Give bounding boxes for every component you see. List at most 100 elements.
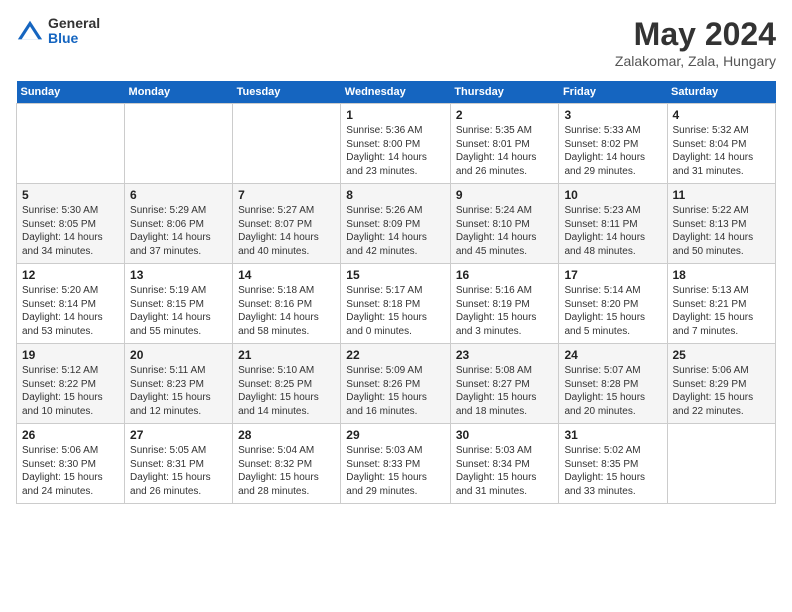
day-info: Sunrise: 5:14 AM Sunset: 8:20 PM Dayligh… xyxy=(564,284,661,338)
day-info: Sunrise: 5:29 AM Sunset: 8:06 PM Dayligh… xyxy=(130,204,227,258)
calendar-cell: 1 Sunrise: 5:36 AM Sunset: 8:00 PM Daylig… xyxy=(341,104,451,184)
calendar-cell: 5Sunrise: 5:30 AM Sunset: 8:05 PM Daylig… xyxy=(17,184,125,264)
weekday-header: Monday xyxy=(125,81,233,104)
day-number: 30 xyxy=(456,428,554,442)
day-number: 25 xyxy=(673,348,771,362)
weekday-header: Tuesday xyxy=(233,81,341,104)
month-title: May 2024 xyxy=(615,16,776,53)
weekday-header-row: SundayMondayTuesdayWednesdayThursdayFrid… xyxy=(17,81,776,104)
weekday-header: Thursday xyxy=(450,81,559,104)
day-number: 21 xyxy=(238,348,335,362)
day-number: 5 xyxy=(22,188,119,202)
title-area: May 2024 Zalakomar, Zala, Hungary xyxy=(615,16,776,69)
calendar-cell: 18 Sunrise: 5:13 AM Sunset: 8:21 PM Dayli… xyxy=(667,264,776,344)
day-number: 28 xyxy=(238,428,335,442)
weekday-header: Saturday xyxy=(667,81,776,104)
day-info: Sunrise: 5:13 AM Sunset: 8:21 PM Dayligh… xyxy=(673,284,771,338)
calendar-week-row: 5Sunrise: 5:30 AM Sunset: 8:05 PM Daylig… xyxy=(17,184,776,264)
day-info: Sunrise: 5:12 AM Sunset: 8:22 PM Dayligh… xyxy=(22,364,119,418)
calendar-cell: 7 Sunrise: 5:27 AM Sunset: 8:07 PM Daylig… xyxy=(233,184,341,264)
page-header: General Blue May 2024 Zalakomar, Zala, H… xyxy=(16,16,776,69)
day-info: Sunrise: 5:03 AM Sunset: 8:33 PM Dayligh… xyxy=(346,444,445,498)
weekday-header: Sunday xyxy=(17,81,125,104)
day-number: 12 xyxy=(22,268,119,282)
logo-icon xyxy=(16,17,44,45)
day-info: Sunrise: 5:08 AM Sunset: 8:27 PM Dayligh… xyxy=(456,364,554,418)
day-info: Sunrise: 5:06 AM Sunset: 8:29 PM Dayligh… xyxy=(673,364,771,418)
calendar-cell: 12 Sunrise: 5:20 AM Sunset: 8:14 PM Dayli… xyxy=(17,264,125,344)
calendar-cell: 15 Sunrise: 5:17 AM Sunset: 8:18 PM Dayli… xyxy=(341,264,451,344)
calendar-cell: 6 Sunrise: 5:29 AM Sunset: 8:06 PM Daylig… xyxy=(125,184,233,264)
day-info: Sunrise: 5:19 AM Sunset: 8:15 PM Dayligh… xyxy=(130,284,227,338)
day-number: 8 xyxy=(346,188,445,202)
day-info: Sunrise: 5:20 AM Sunset: 8:14 PM Dayligh… xyxy=(22,284,119,338)
calendar-week-row: 19Sunrise: 5:12 AM Sunset: 8:22 PM Dayli… xyxy=(17,344,776,424)
day-info: Sunrise: 5:36 AM Sunset: 8:00 PM Dayligh… xyxy=(346,124,445,178)
calendar-cell: 4 Sunrise: 5:32 AM Sunset: 8:04 PM Daylig… xyxy=(667,104,776,184)
day-info: Sunrise: 5:26 AM Sunset: 8:09 PM Dayligh… xyxy=(346,204,445,258)
calendar-cell xyxy=(233,104,341,184)
day-number: 17 xyxy=(564,268,661,282)
day-number: 31 xyxy=(564,428,661,442)
day-info: Sunrise: 5:16 AM Sunset: 8:19 PM Dayligh… xyxy=(456,284,554,338)
logo-text: General Blue xyxy=(48,16,100,47)
calendar-week-row: 1 Sunrise: 5:36 AM Sunset: 8:00 PM Daylig… xyxy=(17,104,776,184)
calendar-cell: 30 Sunrise: 5:03 AM Sunset: 8:34 PM Dayli… xyxy=(450,424,559,504)
day-info: Sunrise: 5:17 AM Sunset: 8:18 PM Dayligh… xyxy=(346,284,445,338)
day-info: Sunrise: 5:09 AM Sunset: 8:26 PM Dayligh… xyxy=(346,364,445,418)
day-info: Sunrise: 5:03 AM Sunset: 8:34 PM Dayligh… xyxy=(456,444,554,498)
day-number: 6 xyxy=(130,188,227,202)
day-number: 23 xyxy=(456,348,554,362)
calendar-cell: 24 Sunrise: 5:07 AM Sunset: 8:28 PM Dayli… xyxy=(559,344,667,424)
calendar-cell: 28 Sunrise: 5:04 AM Sunset: 8:32 PM Dayli… xyxy=(233,424,341,504)
day-number: 15 xyxy=(346,268,445,282)
calendar-cell: 11Sunrise: 5:22 AM Sunset: 8:13 PM Dayli… xyxy=(667,184,776,264)
day-number: 1 xyxy=(346,108,445,122)
calendar-cell xyxy=(125,104,233,184)
day-number: 2 xyxy=(456,108,554,122)
day-info: Sunrise: 5:07 AM Sunset: 8:28 PM Dayligh… xyxy=(564,364,661,418)
calendar-cell: 20Sunrise: 5:11 AM Sunset: 8:23 PM Dayli… xyxy=(125,344,233,424)
calendar-cell: 25 Sunrise: 5:06 AM Sunset: 8:29 PM Dayli… xyxy=(667,344,776,424)
calendar-cell: 23 Sunrise: 5:08 AM Sunset: 8:27 PM Dayli… xyxy=(450,344,559,424)
day-number: 18 xyxy=(673,268,771,282)
day-info: Sunrise: 5:04 AM Sunset: 8:32 PM Dayligh… xyxy=(238,444,335,498)
day-number: 26 xyxy=(22,428,119,442)
calendar-cell: 29 Sunrise: 5:03 AM Sunset: 8:33 PM Dayli… xyxy=(341,424,451,504)
day-info: Sunrise: 5:10 AM Sunset: 8:25 PM Dayligh… xyxy=(238,364,335,418)
day-number: 20 xyxy=(130,348,227,362)
calendar-cell: 3Sunrise: 5:33 AM Sunset: 8:02 PM Daylig… xyxy=(559,104,667,184)
calendar-week-row: 26 Sunrise: 5:06 AM Sunset: 8:30 PM Dayli… xyxy=(17,424,776,504)
calendar-cell: 27Sunrise: 5:05 AM Sunset: 8:31 PM Dayli… xyxy=(125,424,233,504)
day-number: 27 xyxy=(130,428,227,442)
calendar-cell: 16Sunrise: 5:16 AM Sunset: 8:19 PM Dayli… xyxy=(450,264,559,344)
day-number: 22 xyxy=(346,348,445,362)
day-info: Sunrise: 5:23 AM Sunset: 8:11 PM Dayligh… xyxy=(564,204,661,258)
weekday-header: Friday xyxy=(559,81,667,104)
logo: General Blue xyxy=(16,16,100,47)
weekday-header: Wednesday xyxy=(341,81,451,104)
day-number: 13 xyxy=(130,268,227,282)
day-number: 11 xyxy=(673,188,771,202)
day-number: 4 xyxy=(673,108,771,122)
day-info: Sunrise: 5:35 AM Sunset: 8:01 PM Dayligh… xyxy=(456,124,554,178)
calendar-cell: 19Sunrise: 5:12 AM Sunset: 8:22 PM Dayli… xyxy=(17,344,125,424)
calendar-cell: 21 Sunrise: 5:10 AM Sunset: 8:25 PM Dayli… xyxy=(233,344,341,424)
day-info: Sunrise: 5:32 AM Sunset: 8:04 PM Dayligh… xyxy=(673,124,771,178)
calendar-cell: 8 Sunrise: 5:26 AM Sunset: 8:09 PM Daylig… xyxy=(341,184,451,264)
day-info: Sunrise: 5:02 AM Sunset: 8:35 PM Dayligh… xyxy=(564,444,661,498)
day-info: Sunrise: 5:18 AM Sunset: 8:16 PM Dayligh… xyxy=(238,284,335,338)
day-info: Sunrise: 5:06 AM Sunset: 8:30 PM Dayligh… xyxy=(22,444,119,498)
day-number: 29 xyxy=(346,428,445,442)
day-number: 24 xyxy=(564,348,661,362)
day-number: 9 xyxy=(456,188,554,202)
location: Zalakomar, Zala, Hungary xyxy=(615,53,776,69)
day-info: Sunrise: 5:27 AM Sunset: 8:07 PM Dayligh… xyxy=(238,204,335,258)
day-number: 14 xyxy=(238,268,335,282)
day-number: 7 xyxy=(238,188,335,202)
calendar-cell xyxy=(17,104,125,184)
calendar-cell: 14 Sunrise: 5:18 AM Sunset: 8:16 PM Dayli… xyxy=(233,264,341,344)
calendar-cell: 17 Sunrise: 5:14 AM Sunset: 8:20 PM Dayli… xyxy=(559,264,667,344)
calendar-week-row: 12 Sunrise: 5:20 AM Sunset: 8:14 PM Dayli… xyxy=(17,264,776,344)
calendar-cell: 9Sunrise: 5:24 AM Sunset: 8:10 PM Daylig… xyxy=(450,184,559,264)
